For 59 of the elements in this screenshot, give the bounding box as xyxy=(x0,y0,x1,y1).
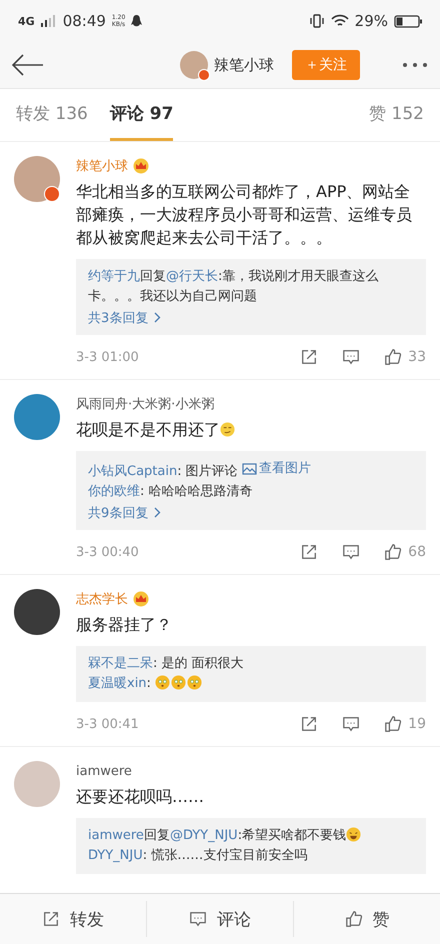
like-button[interactable]: 33 xyxy=(384,348,426,366)
network-indicator: 4G xyxy=(18,14,35,28)
thumbs-up-icon xyxy=(384,715,402,733)
signal-icon xyxy=(40,15,57,27)
comment-button[interactable] xyxy=(342,543,360,561)
wifi-icon xyxy=(330,14,349,28)
timestamp: 3-3 00:41 xyxy=(76,716,139,732)
comment-icon xyxy=(189,910,207,928)
comment-text: 华北相当多的互联网公司都炸了，APP、网站全部瘫痪，一大波程序员小哥哥和运营、运维专员都从被窝爬起来去公司干活了。。。 xyxy=(76,181,413,249)
user-name[interactable]: iamwere xyxy=(76,764,132,778)
image-icon xyxy=(242,463,257,475)
reply-text: DYY_NJU: 慌张……支付宝目前安全吗 xyxy=(88,847,308,865)
vibrate-icon xyxy=(308,14,325,28)
like-button[interactable]: 68 xyxy=(384,543,426,561)
more-icon[interactable] xyxy=(402,62,428,68)
penguin-icon xyxy=(131,14,142,28)
user-name[interactable]: 辣笔小球 xyxy=(76,157,128,175)
reply-text: 你的欧维: 哈哈哈哈思路清奇 xyxy=(88,483,254,501)
thumbs-up-icon xyxy=(384,543,402,561)
follow-button[interactable]: ＋关注 xyxy=(292,50,360,80)
battery-percentage: 29% xyxy=(354,12,388,30)
thumbs-up-icon xyxy=(344,910,362,928)
avatar[interactable] xyxy=(14,589,60,635)
emoji-icon xyxy=(220,422,235,437)
timestamp: 3-3 01:00 xyxy=(76,350,139,364)
comment-text: 服务器挂了？ xyxy=(76,614,172,636)
comment-button[interactable] xyxy=(342,348,360,366)
more-replies-link[interactable]: 共3条回复 xyxy=(88,309,162,327)
reply-text: 槑不是二呆: 是的 面积很大 xyxy=(88,655,245,673)
comment-button[interactable]: 评论 xyxy=(147,901,294,937)
back-icon[interactable] xyxy=(12,54,44,76)
reply-text: 小钻风Captain: 图片评论 查看图片 xyxy=(88,459,312,481)
comment-text: 还要还花呗吗…… xyxy=(76,786,204,808)
repost-button[interactable] xyxy=(300,715,318,733)
more-replies-link[interactable]: 共9条回复 xyxy=(88,504,162,522)
view-image-link[interactable]: 查看图片 xyxy=(242,459,311,479)
comment-button[interactable] xyxy=(342,715,360,733)
comment-text: 花呗是不是不用还了 xyxy=(76,419,220,441)
user-name[interactable]: 志杰学长 xyxy=(76,590,128,608)
tab[interactable]: 评论 97 xyxy=(110,89,174,141)
battery-icon xyxy=(394,14,422,28)
share-icon xyxy=(42,910,60,928)
tab[interactable]: 赞 152 xyxy=(369,89,424,141)
chevron-right-icon xyxy=(154,507,162,518)
user-name[interactable]: 风雨同舟·大米粥·小米粥 xyxy=(76,395,214,413)
chevron-right-icon xyxy=(154,312,162,323)
like-button[interactable]: 赞 xyxy=(294,901,440,937)
repost-button[interactable] xyxy=(300,543,318,561)
thumbs-up-icon xyxy=(384,348,402,366)
clock: 08:49 xyxy=(62,12,106,30)
tab[interactable]: 转发 136 xyxy=(16,89,88,141)
like-button[interactable]: 19 xyxy=(384,715,426,733)
user-name: 辣笔小球 xyxy=(214,56,274,74)
repost-button[interactable]: 转发 xyxy=(0,901,147,937)
reply-text: 约等于九回复@行天长:靠，我说刚才用天眼查这么卡。。。我还以为自己网问题 xyxy=(88,268,380,306)
repost-button[interactable] xyxy=(300,348,318,366)
timestamp: 3-3 00:40 xyxy=(76,544,139,560)
reply-text: 夏温暖xin: xyxy=(88,674,414,694)
reply-text: iamwere回复@DYY_NJU:希望买啥都不要钱 xyxy=(88,826,414,846)
